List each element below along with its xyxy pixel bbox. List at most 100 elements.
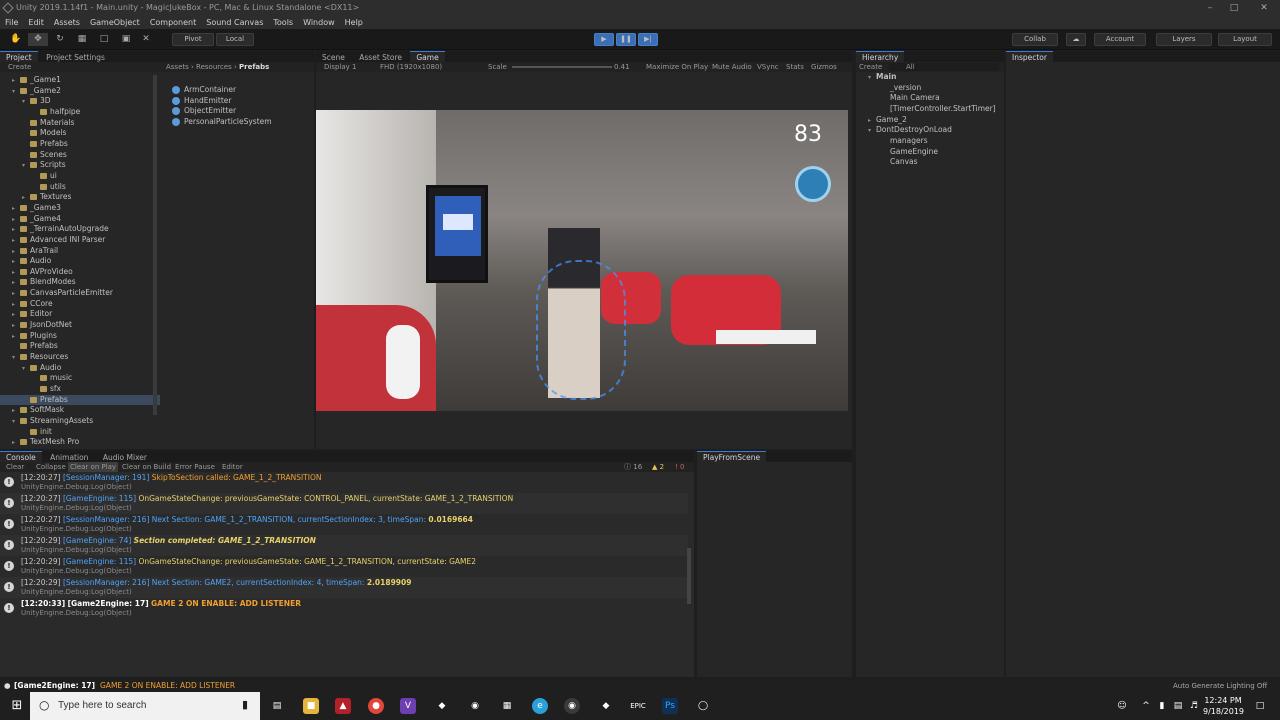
tree-item[interactable]: ▾ 3D: [0, 96, 160, 107]
hierarchy-scene-game2[interactable]: ▸ Game_2: [856, 115, 1004, 126]
log-entry[interactable]: ! [12:20:27] [GameEngine: 115] OnGameSta…: [0, 493, 688, 514]
tree-item[interactable]: Scenes: [0, 150, 160, 161]
console-clear-on-build-toggle[interactable]: Clear on Build: [122, 462, 171, 472]
menu-help[interactable]: Help: [340, 16, 368, 29]
account-dropdown[interactable]: Account: [1094, 33, 1146, 46]
menu-file[interactable]: File: [0, 16, 23, 29]
cloud-icon[interactable]: ☁: [1066, 33, 1086, 46]
scale-slider[interactable]: [512, 66, 612, 68]
warning-count[interactable]: ▲ 2: [652, 462, 664, 472]
notifications-icon[interactable]: □: [1252, 698, 1268, 714]
breadcrumb-assets[interactable]: Assets: [166, 63, 189, 71]
play-button[interactable]: ▶: [594, 33, 614, 46]
hierarchy-item[interactable]: managers: [856, 136, 1004, 147]
unity-icon[interactable]: ◆: [598, 698, 614, 714]
console-clear-button[interactable]: Clear: [6, 462, 24, 472]
asset-item[interactable]: PersonalParticleSystem: [172, 117, 312, 128]
hierarchy-item[interactable]: Canvas: [856, 157, 1004, 168]
tree-item[interactable]: utils: [0, 182, 160, 193]
tab-hierarchy[interactable]: Hierarchy: [856, 51, 905, 62]
log-entry[interactable]: ! [12:20:27] [SessionManager: 191] SkipT…: [0, 472, 688, 493]
tree-item[interactable]: ▸ BlendModes: [0, 277, 160, 288]
hierarchy-item[interactable]: GameEngine: [856, 147, 1004, 158]
tree-item[interactable]: ▸ Textures: [0, 192, 160, 203]
hierarchy-item[interactable]: [TimerController.StartTimer]: [856, 104, 1004, 115]
hand-tool-icon[interactable]: ✋: [6, 33, 26, 46]
calculator-icon[interactable]: ▦: [499, 698, 515, 714]
tree-item[interactable]: ▸ CCore: [0, 299, 160, 310]
pivot-button[interactable]: Pivot: [172, 33, 214, 46]
tree-item[interactable]: ▸ Plugins: [0, 331, 160, 342]
local-button[interactable]: Local: [216, 33, 254, 46]
console-error-pause-toggle[interactable]: Error Pause: [175, 462, 215, 472]
gizmos-dropdown[interactable]: Gizmos: [811, 62, 837, 72]
menu-window[interactable]: Window: [298, 16, 340, 29]
task-view-icon[interactable]: ▤: [269, 698, 285, 714]
tree-item[interactable]: Materials: [0, 118, 160, 129]
tree-item-selected[interactable]: Prefabs: [0, 394, 160, 406]
menu-component[interactable]: Component: [145, 16, 201, 29]
tab-scene[interactable]: Scene: [316, 52, 351, 62]
stats-toggle[interactable]: Stats: [786, 62, 804, 72]
photoshop-icon[interactable]: Ps: [662, 698, 678, 714]
step-button[interactable]: ▶|: [638, 33, 658, 46]
pause-button[interactable]: ❚❚: [616, 33, 636, 46]
tab-console[interactable]: Console: [0, 451, 42, 462]
tree-item[interactable]: ▸ Editor: [0, 309, 160, 320]
visual-studio-icon[interactable]: V: [400, 698, 416, 714]
asset-item[interactable]: ObjectEmitter: [172, 106, 312, 117]
transform-tool-icon[interactable]: ▣: [116, 33, 136, 46]
tree-item[interactable]: ▸ _Game1: [0, 75, 160, 86]
maximize-icon[interactable]: □: [1222, 0, 1246, 16]
app-red-icon[interactable]: ▲: [335, 698, 351, 714]
people-icon[interactable]: ☺: [1114, 698, 1130, 714]
tree-item[interactable]: ▸ _Game4: [0, 214, 160, 225]
project-create-button[interactable]: Create: [0, 63, 31, 71]
tree-item[interactable]: music: [0, 373, 160, 384]
auto-lighting-status[interactable]: Auto Generate Lighting Off: [1173, 680, 1267, 692]
taskbar-search-input[interactable]: Type here to search: [58, 700, 146, 711]
epic-icon[interactable]: EPIC: [630, 698, 646, 714]
console-clear-on-play-toggle[interactable]: Clear on Play: [68, 462, 119, 472]
close-icon[interactable]: ✕: [1252, 0, 1276, 16]
mute-audio-toggle[interactable]: Mute Audio: [712, 62, 752, 72]
tree-item[interactable]: ▸ JsonDotNet: [0, 320, 160, 331]
layers-dropdown[interactable]: Layers: [1156, 33, 1212, 46]
game-view[interactable]: 83: [316, 110, 848, 411]
network-icon[interactable]: ▤: [1170, 698, 1186, 714]
hierarchy-scene-dontdestroy[interactable]: ▾ DontDestroyOnLoad: [856, 125, 1004, 136]
tab-animation[interactable]: Animation: [44, 452, 94, 462]
tree-item[interactable]: Models: [0, 128, 160, 139]
tree-item[interactable]: ▸ _TerrainAutoUpgrade: [0, 224, 160, 235]
taskbar-clock[interactable]: 12:24 PM 9/18/2019: [1203, 695, 1244, 717]
app-icon[interactable]: ◉: [467, 698, 483, 714]
log-entry[interactable]: ! [12:20:27] [SessionManager: 216] Next …: [0, 514, 688, 535]
tree-item[interactable]: halfpipe: [0, 107, 160, 118]
tree-item[interactable]: sfx: [0, 384, 160, 395]
tab-project[interactable]: Project: [0, 51, 38, 62]
chrome-icon[interactable]: ●: [368, 698, 384, 714]
tab-game[interactable]: Game: [410, 51, 445, 62]
menu-edit[interactable]: Edit: [23, 16, 49, 29]
tree-item[interactable]: init: [0, 427, 160, 438]
asset-item[interactable]: HandEmitter: [172, 96, 312, 107]
resolution-dropdown[interactable]: FHD (1920x1080): [380, 62, 442, 72]
tab-asset-store[interactable]: Asset Store: [353, 52, 408, 62]
battery-icon[interactable]: ▮: [1154, 698, 1170, 714]
log-entry[interactable]: ! [12:20:29] [GameEngine: 115] OnGameSta…: [0, 556, 688, 577]
rotate-tool-icon[interactable]: ↻: [50, 33, 70, 46]
move-tool-icon[interactable]: ✥: [28, 33, 48, 46]
error-count[interactable]: ! 0: [675, 462, 685, 472]
tree-item[interactable]: ▸ TextMesh Pro: [0, 437, 160, 448]
vsync-toggle[interactable]: VSync: [757, 62, 779, 72]
hierarchy-create-button[interactable]: Create: [859, 62, 882, 72]
tab-inspector[interactable]: Inspector: [1006, 51, 1053, 62]
status-bar[interactable]: ● [Game2Engine: 17] GAME 2 ON ENABLE: AD…: [0, 680, 1280, 692]
menu-assets[interactable]: Assets: [49, 16, 85, 29]
tree-item[interactable]: ▸ CanvasParticleEmitter: [0, 288, 160, 299]
scale-tool-icon[interactable]: ▦: [72, 33, 92, 46]
tree-item[interactable]: ▸ AVProVideo: [0, 267, 160, 278]
tree-item[interactable]: ▾ Scripts: [0, 160, 160, 171]
hierarchy-scene-main[interactable]: ▾ Main: [856, 72, 1004, 83]
hierarchy-item[interactable]: _version: [856, 83, 1004, 94]
